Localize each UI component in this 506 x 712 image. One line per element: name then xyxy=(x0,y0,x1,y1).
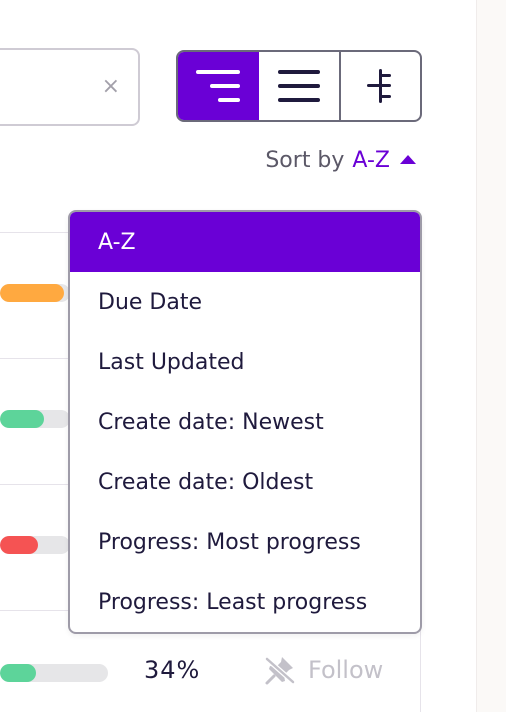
tree-list-view-button[interactable] xyxy=(178,52,260,120)
row-divider xyxy=(0,610,70,611)
sort-option-create-newest[interactable]: Create date: Newest xyxy=(70,392,420,452)
sort-value: A-Z xyxy=(352,148,390,173)
hierarchy-view-button[interactable] xyxy=(341,52,420,120)
sort-option-least-progress[interactable]: Progress: Least progress xyxy=(70,572,420,632)
pin-off-icon xyxy=(264,656,296,685)
row-divider xyxy=(0,484,70,485)
sort-label: Sort by xyxy=(265,148,345,173)
list-icon xyxy=(277,70,320,102)
progress-bar xyxy=(0,410,70,428)
sort-option-due-date[interactable]: Due Date xyxy=(70,272,420,332)
progress-bar xyxy=(0,284,70,302)
row-divider xyxy=(0,358,70,359)
sort-control: Sort by A-Z xyxy=(265,148,416,173)
search-input[interactable]: × xyxy=(0,48,140,126)
sort-option-most-progress[interactable]: Progress: Most progress xyxy=(70,512,420,572)
list-view-button[interactable] xyxy=(259,52,341,120)
follow-label: Follow xyxy=(308,656,384,684)
tree-list-icon xyxy=(195,70,240,102)
follow-button[interactable]: Follow xyxy=(264,654,383,686)
progress-bar-fill xyxy=(0,284,64,302)
progress-bar-fill xyxy=(0,536,38,554)
sort-option-last-updated[interactable]: Last Updated xyxy=(70,332,420,392)
sort-option-create-oldest[interactable]: Create date: Oldest xyxy=(70,452,420,512)
right-gutter xyxy=(476,0,506,712)
hierarchy-icon xyxy=(367,69,392,103)
clear-search-icon[interactable]: × xyxy=(102,72,120,102)
sort-option-a-z[interactable]: A-Z xyxy=(70,212,420,272)
view-toggle xyxy=(176,50,422,122)
task-row: 34% Follow xyxy=(0,652,476,692)
caret-up-icon xyxy=(400,155,416,164)
progress-bar-fill xyxy=(0,410,44,428)
progress-bar xyxy=(0,536,70,554)
row-divider xyxy=(0,232,70,233)
progress-bar-fill xyxy=(0,664,36,682)
progress-percent: 34% xyxy=(144,656,201,684)
progress-bar xyxy=(0,664,108,682)
sort-dropdown-menu: A-Z Due Date Last Updated Create date: N… xyxy=(68,210,422,634)
sort-value-button[interactable]: A-Z xyxy=(352,148,416,173)
